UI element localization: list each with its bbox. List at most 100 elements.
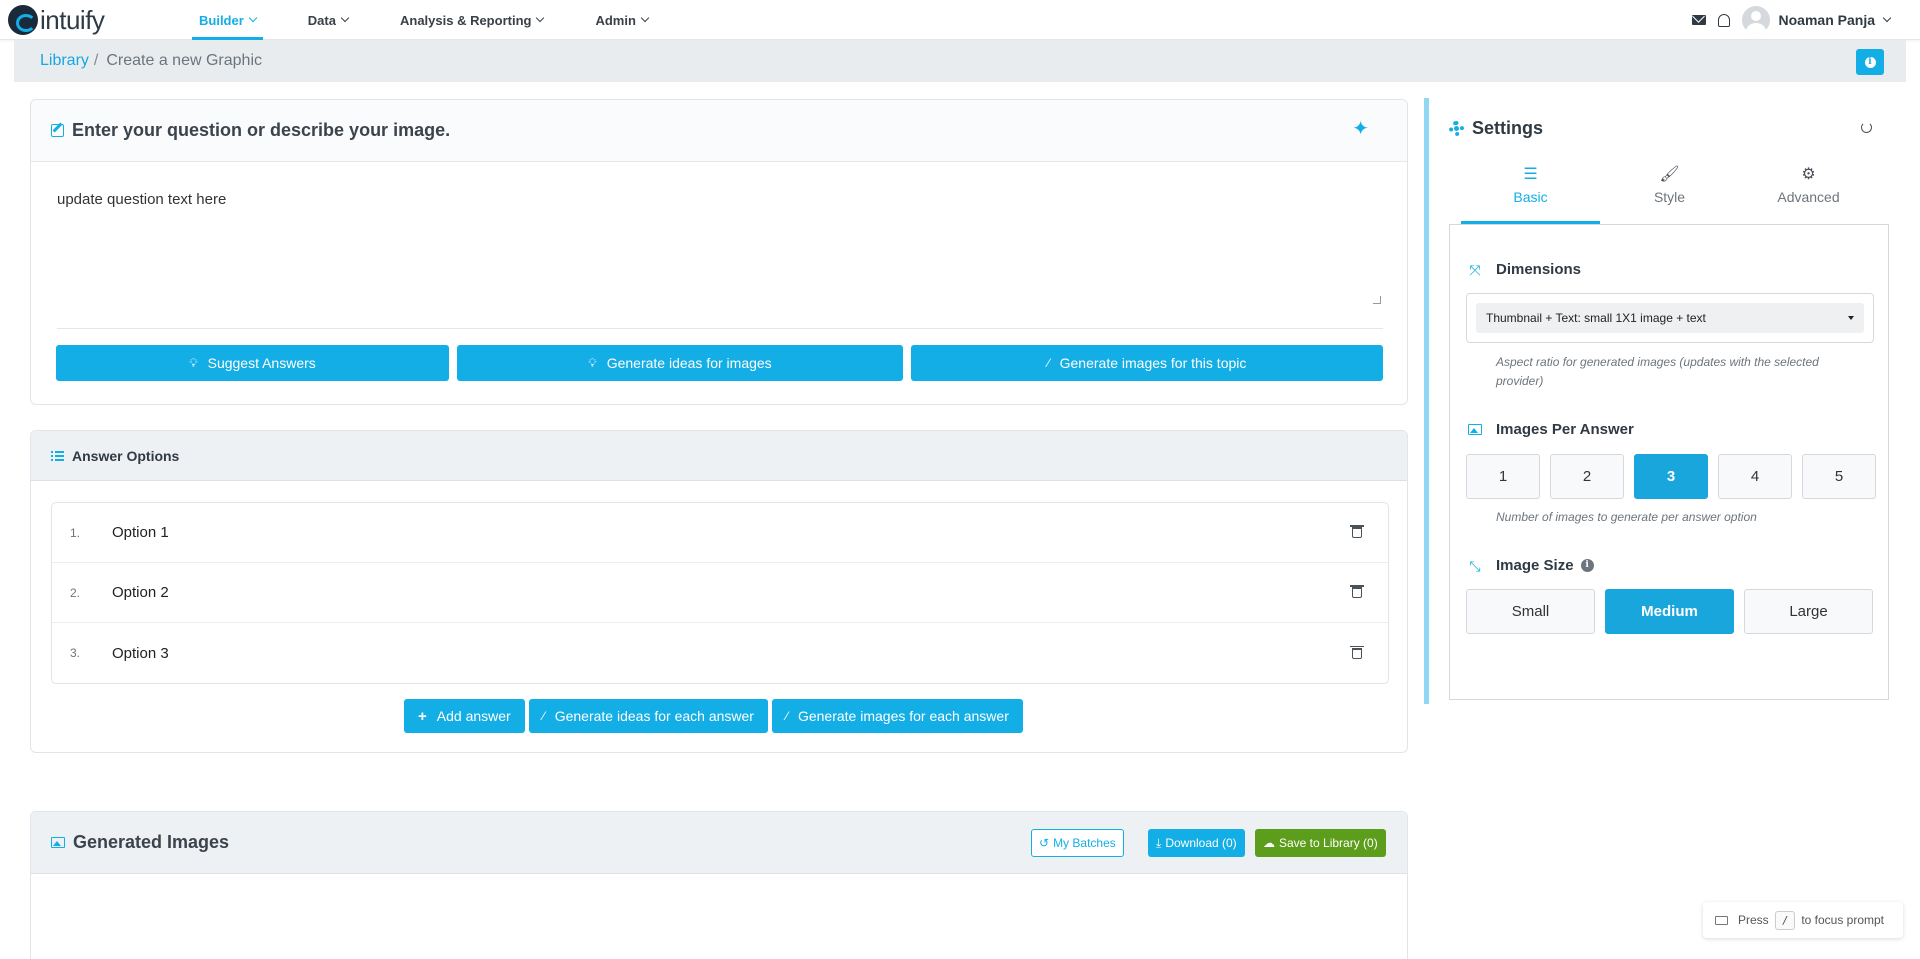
- info-button[interactable]: i: [1856, 49, 1884, 75]
- my-batches-button[interactable]: ↺ My Batches: [1031, 829, 1124, 857]
- answer-label[interactable]: Option 3: [112, 645, 169, 662]
- tab-style[interactable]: 🖌︎ Style: [1600, 164, 1739, 222]
- suggest-answers-button[interactable]: 💡︎ Suggest Answers: [56, 345, 449, 381]
- size-option-small[interactable]: Small: [1466, 589, 1595, 634]
- plus-icon: +: [418, 707, 427, 725]
- button-label: Download (0): [1165, 836, 1237, 850]
- images-option-2[interactable]: 2: [1550, 454, 1624, 499]
- trash-icon[interactable]: [1350, 585, 1364, 598]
- paintbrush-icon: 🖌︎: [1659, 166, 1680, 183]
- nav-label: Builder: [199, 12, 244, 28]
- section-label: Images Per Answer: [1496, 421, 1634, 438]
- answer-options-header: Answer Options: [31, 431, 1407, 481]
- lightbulb-icon: 💡︎: [588, 355, 597, 370]
- list-item[interactable]: 2. Option 2: [52, 563, 1388, 623]
- nav-label: Data: [307, 12, 336, 28]
- images-option-5[interactable]: 5: [1802, 454, 1876, 499]
- nav-item-data[interactable]: Data: [291, 0, 365, 40]
- generated-images-header: Generated Images ↺ My Batches ⤓ Download (…: [31, 812, 1407, 874]
- info-icon[interactable]: i: [1580, 559, 1594, 572]
- dimensions-select-value[interactable]: Thumbnail + Text: small 1X1 image + text: [1476, 303, 1864, 333]
- button-label: Generate ideas for each answer: [554, 708, 754, 724]
- bell-icon[interactable]: [1717, 13, 1730, 27]
- compress-icon: ⤡: [1469, 557, 1481, 574]
- generate-images-topic-button[interactable]: ⁄ Generate images for this topic: [911, 345, 1383, 381]
- answer-options-title: Answer Options: [72, 447, 180, 464]
- size-option-medium[interactable]: Medium: [1605, 589, 1734, 634]
- chevron-down-icon: [536, 13, 545, 23]
- answer-options-card: Answer Options 1. Option 1 2. Option 2 3…: [30, 430, 1408, 753]
- chevron-down-icon[interactable]: [1882, 13, 1892, 23]
- trash-icon[interactable]: [1350, 525, 1364, 538]
- tab-label: Advanced: [1777, 189, 1840, 205]
- nav-item-builder[interactable]: Builder: [182, 0, 273, 40]
- button-label: Generate images for this topic: [1059, 355, 1247, 371]
- images-option-4[interactable]: 4: [1718, 454, 1792, 499]
- nav-item-analysis-reporting[interactable]: Analysis & Reporting: [383, 0, 560, 40]
- download-button[interactable]: ⤓ Download (0): [1148, 829, 1245, 857]
- tab-advanced[interactable]: ⚙ Advanced: [1739, 164, 1878, 222]
- nav-label: Admin: [595, 12, 636, 28]
- resize-grip-icon[interactable]: [1373, 296, 1381, 304]
- gear-icon: [1449, 121, 1464, 136]
- question-card: Enter your question or describe your ima…: [30, 99, 1408, 405]
- envelope-icon[interactable]: [1691, 15, 1706, 25]
- magic-wand-icon: ⁄: [542, 709, 545, 723]
- generated-images-title: Generated Images: [73, 832, 230, 852]
- save-to-library-button[interactable]: ☁ Save to Library (0): [1255, 829, 1386, 857]
- answer-label[interactable]: Option 2: [112, 584, 169, 601]
- list-item[interactable]: 3. Option 3: [52, 623, 1388, 683]
- expand-icon: ⤧: [1469, 261, 1481, 278]
- list-item[interactable]: 1. Option 1: [52, 503, 1388, 563]
- magic-wand-icon: ⁄: [1047, 356, 1050, 370]
- question-text: update question text here: [57, 191, 227, 208]
- breadcrumb-current: Create a new Graphic: [106, 52, 262, 69]
- images-option-3[interactable]: 3: [1634, 454, 1708, 499]
- keyboard-hint: Press / to focus prompt: [1703, 902, 1903, 938]
- dimensions-select[interactable]: Thumbnail + Text: small 1X1 image + text: [1466, 293, 1874, 343]
- top-navbar: intuify Builder Data Analysis & Reportin…: [0, 0, 1920, 40]
- size-option-large[interactable]: Large: [1744, 589, 1873, 634]
- user-name[interactable]: Noaman Panja: [1779, 12, 1875, 28]
- question-textarea[interactable]: update question text here: [57, 180, 1383, 306]
- hint-suffix: to focus prompt: [1801, 913, 1885, 927]
- avatar[interactable]: [1741, 6, 1770, 34]
- images-option-1[interactable]: 1: [1466, 454, 1540, 499]
- button-label: Generate ideas for images: [606, 355, 772, 371]
- settings-title: Settings: [1472, 118, 1544, 138]
- chevron-down-icon: [640, 13, 650, 23]
- generate-ideas-button[interactable]: 💡︎ Generate ideas for images: [457, 345, 903, 381]
- image-size-options: Small Medium Large: [1466, 589, 1873, 634]
- button-label: Add answer: [436, 708, 511, 724]
- nav-label: Analysis & Reporting: [399, 12, 532, 28]
- answer-actions: + Add answer ⁄ Generate ideas for each ans…: [404, 699, 1023, 733]
- section-label: Image Size: [1496, 557, 1574, 574]
- generate-ideas-each-button[interactable]: ⁄ Generate ideas for each answer: [528, 699, 768, 733]
- nav-item-admin[interactable]: Admin: [578, 0, 664, 40]
- list-icon: [51, 450, 64, 461]
- generated-images-card: Generated Images ↺ My Batches ⤓ Download (…: [30, 811, 1408, 959]
- trash-icon[interactable]: [1350, 645, 1364, 659]
- answer-label[interactable]: Option 1: [112, 524, 169, 541]
- breadcrumb-separator: /: [93, 52, 99, 69]
- generate-images-each-button[interactable]: ⁄ Generate images for each answer: [771, 699, 1023, 733]
- edit-icon: [51, 124, 64, 137]
- cloud-upload-icon: ☁: [1263, 836, 1275, 850]
- keyboard-icon: [1715, 915, 1728, 925]
- download-icon: ⤓: [1156, 835, 1162, 850]
- refresh-icon[interactable]: [1861, 122, 1872, 133]
- magic-wand-icon: ⁄: [785, 709, 788, 723]
- main-nav: Builder Data Analysis & Reporting Admin: [182, 0, 683, 40]
- add-answer-button[interactable]: + Add answer: [404, 699, 525, 733]
- answer-number: 1.: [70, 525, 81, 540]
- logo-text: intuify: [40, 4, 105, 35]
- logo[interactable]: intuify: [8, 4, 105, 36]
- tab-basic[interactable]: ☰ Basic: [1461, 164, 1600, 224]
- breadcrumb-library-link[interactable]: Library: [40, 52, 89, 70]
- button-label: Suggest Answers: [207, 355, 316, 371]
- settings-panel: Settings ☰ Basic 🖌︎ Style ⚙ Advanced ⤧ Dime…: [1424, 98, 1894, 704]
- image-icon: [1468, 423, 1482, 437]
- sparkle-icon[interactable]: ✦: [1352, 119, 1369, 139]
- answer-list: 1. Option 1 2. Option 2 3. Option 3: [51, 502, 1389, 684]
- image-icon: [51, 837, 65, 848]
